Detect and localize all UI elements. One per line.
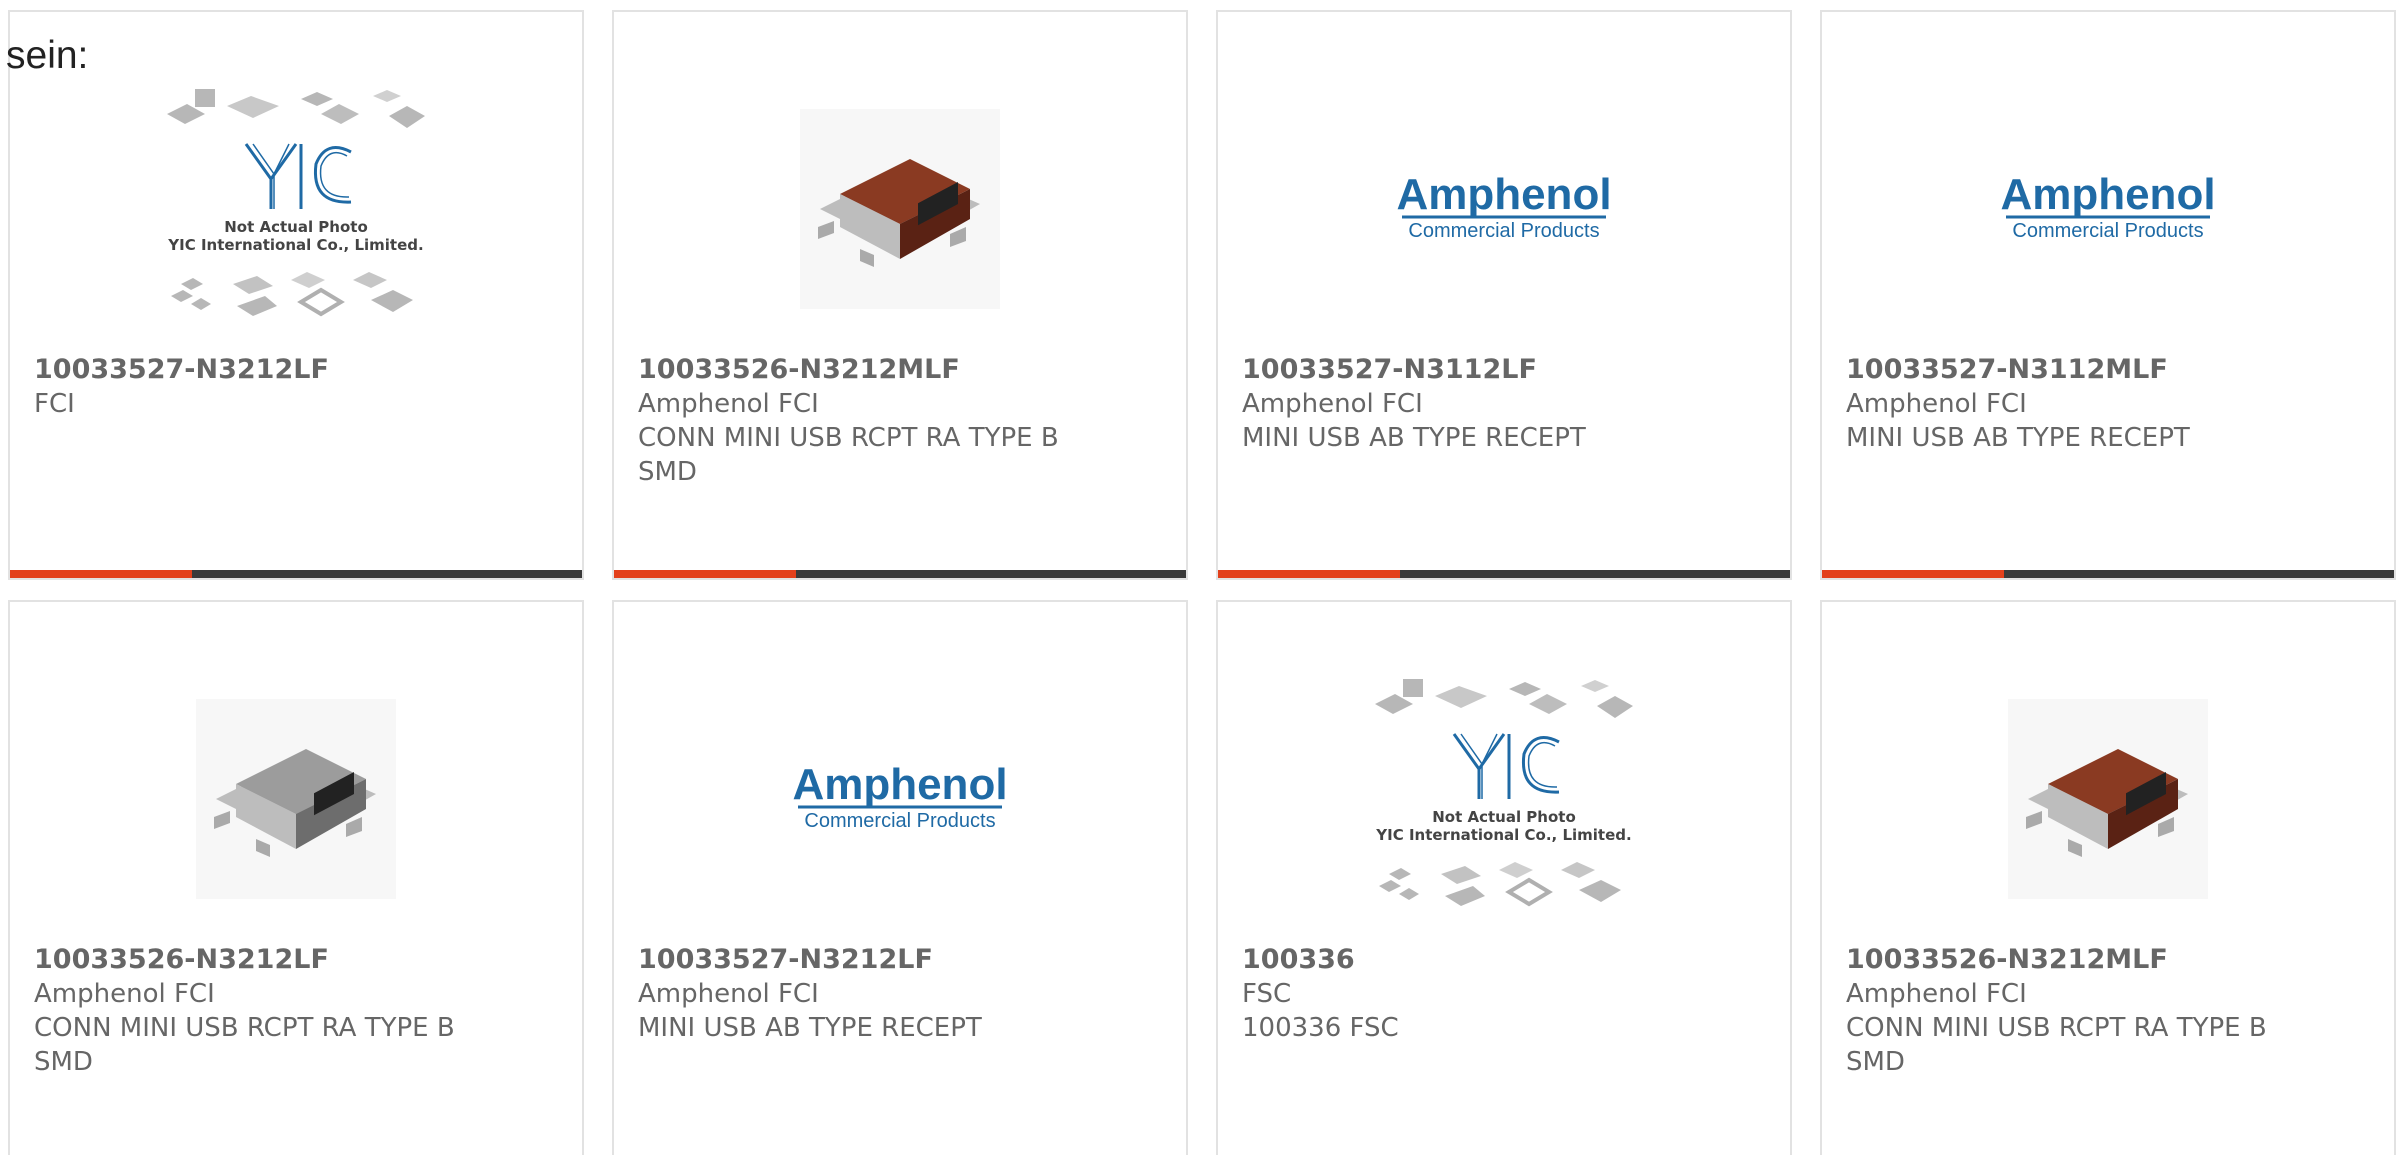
- product-thumbnail[interactable]: [10, 664, 582, 934]
- overlay-text: sein:: [6, 34, 89, 77]
- product-description: MINI USB AB TYPE RECEPT: [638, 1013, 982, 1043]
- card-footer-accent: [614, 570, 796, 578]
- product-card[interactable]: Not Actual Photo YIC International Co., …: [8, 10, 584, 580]
- manufacturer-name: Amphenol FCI: [638, 389, 819, 419]
- part-number-link[interactable]: 10033527-N3212LF: [34, 353, 504, 387]
- product-thumbnail[interactable]: Not Actual Photo YIC International Co., …: [1218, 664, 1790, 934]
- manufacturer-name: FCI: [34, 389, 75, 419]
- card-footer-bar: [1218, 570, 1790, 578]
- product-card[interactable]: 10033526-N3212MLF Amphenol FCI CONN MINI…: [612, 10, 1188, 580]
- product-description: MINI USB AB TYPE RECEPT: [1242, 423, 1586, 453]
- yic-line2: YIC International Co., Limited.: [1375, 826, 1631, 844]
- product-description: 100336 FSC: [1242, 1013, 1399, 1043]
- manufacturer-name: Amphenol FCI: [1846, 389, 2027, 419]
- part-number-link[interactable]: 100336: [1242, 943, 1712, 977]
- amphenol-logo-name: Amphenol: [792, 760, 1007, 809]
- part-number-link[interactable]: 10033526-N3212MLF: [1846, 943, 2316, 977]
- amphenol-logo-image: Amphenol Commercial Products: [792, 760, 1007, 832]
- product-card[interactable]: 10033526-N3212LF Amphenol FCI CONN MINI …: [8, 600, 584, 1155]
- product-card[interactable]: 10033526-N3212MLF Amphenol FCI CONN MINI…: [1820, 600, 2396, 1155]
- product-thumbnail[interactable]: Amphenol Commercial Products: [1218, 74, 1790, 344]
- product-card[interactable]: Amphenol Commercial Products 10033527-N3…: [612, 600, 1188, 1155]
- amphenol-logo-sub: Commercial Products: [804, 810, 995, 832]
- yic-line1: Not Actual Photo: [1432, 808, 1576, 826]
- card-footer-bar: [1822, 570, 2394, 578]
- product-description: MINI USB AB TYPE RECEPT: [1846, 423, 2190, 453]
- manufacturer-name: FSC: [1242, 979, 1292, 1009]
- product-thumbnail[interactable]: Amphenol Commercial Products: [614, 664, 1186, 934]
- amphenol-logo-image: Amphenol Commercial Products: [1396, 170, 1611, 242]
- amphenol-logo-sub: Commercial Products: [2012, 220, 2203, 242]
- manufacturer-name: Amphenol FCI: [638, 979, 819, 1009]
- product-info: 10033526-N3212MLF Amphenol FCI CONN MINI…: [1846, 943, 2316, 1079]
- product-card[interactable]: Amphenol Commercial Products 10033527-N3…: [1820, 10, 2396, 580]
- card-footer-bar: [614, 570, 1186, 578]
- amphenol-logo-image: Amphenol Commercial Products: [2000, 170, 2215, 242]
- product-info: 10033526-N3212LF Amphenol FCI CONN MINI …: [34, 943, 504, 1079]
- amphenol-logo-sub: Commercial Products: [1408, 220, 1599, 242]
- product-thumbnail[interactable]: [1822, 664, 2394, 934]
- card-footer-bar: [10, 570, 582, 578]
- part-number-link[interactable]: 10033526-N3212LF: [34, 943, 504, 977]
- amphenol-logo-name: Amphenol: [2000, 170, 2215, 219]
- yic-placeholder-image: Not Actual Photo YIC International Co., …: [1375, 679, 1633, 907]
- product-info: 10033527-N3212LF FCI: [34, 353, 504, 421]
- product-card[interactable]: Amphenol Commercial Products 10033527-N3…: [1216, 10, 1792, 580]
- usb-connector-red-image: [800, 109, 1000, 309]
- product-thumbnail[interactable]: [614, 74, 1186, 344]
- part-number-link[interactable]: 10033527-N3112MLF: [1846, 353, 2316, 387]
- yic-line2: YIC International Co., Limited.: [167, 236, 423, 254]
- product-description: CONN MINI USB RCPT RA TYPE B SMD: [34, 1013, 455, 1077]
- product-grid-page: Not Actual Photo YIC International Co., …: [0, 0, 2400, 1155]
- part-number-link[interactable]: 10033526-N3212MLF: [638, 353, 1108, 387]
- product-card[interactable]: Not Actual Photo YIC International Co., …: [1216, 600, 1792, 1155]
- amphenol-logo-name: Amphenol: [1396, 170, 1611, 219]
- product-description: CONN MINI USB RCPT RA TYPE B SMD: [638, 423, 1059, 487]
- card-footer-accent: [1822, 570, 2004, 578]
- product-info: 10033527-N3112MLF Amphenol FCI MINI USB …: [1846, 353, 2316, 455]
- product-thumbnail[interactable]: Amphenol Commercial Products: [1822, 74, 2394, 344]
- usb-connector-red-image: [2008, 699, 2208, 899]
- manufacturer-name: Amphenol FCI: [1846, 979, 2027, 1009]
- usb-connector-silver-image: [196, 699, 396, 899]
- product-info: 10033526-N3212MLF Amphenol FCI CONN MINI…: [638, 353, 1108, 489]
- yic-line1: Not Actual Photo: [224, 218, 368, 236]
- manufacturer-name: Amphenol FCI: [34, 979, 215, 1009]
- product-thumbnail[interactable]: Not Actual Photo YIC International Co., …: [10, 74, 582, 344]
- card-footer-accent: [1218, 570, 1400, 578]
- product-info: 10033527-N3112LF Amphenol FCI MINI USB A…: [1242, 353, 1712, 455]
- product-info: 10033527-N3212LF Amphenol FCI MINI USB A…: [638, 943, 1108, 1045]
- product-info: 100336 FSC 100336 FSC: [1242, 943, 1712, 1045]
- part-number-link[interactable]: 10033527-N3112LF: [1242, 353, 1712, 387]
- product-description: CONN MINI USB RCPT RA TYPE B SMD: [1846, 1013, 2267, 1077]
- part-number-link[interactable]: 10033527-N3212LF: [638, 943, 1108, 977]
- yic-placeholder-image: Not Actual Photo YIC International Co., …: [167, 89, 425, 317]
- card-footer-accent: [10, 570, 192, 578]
- manufacturer-name: Amphenol FCI: [1242, 389, 1423, 419]
